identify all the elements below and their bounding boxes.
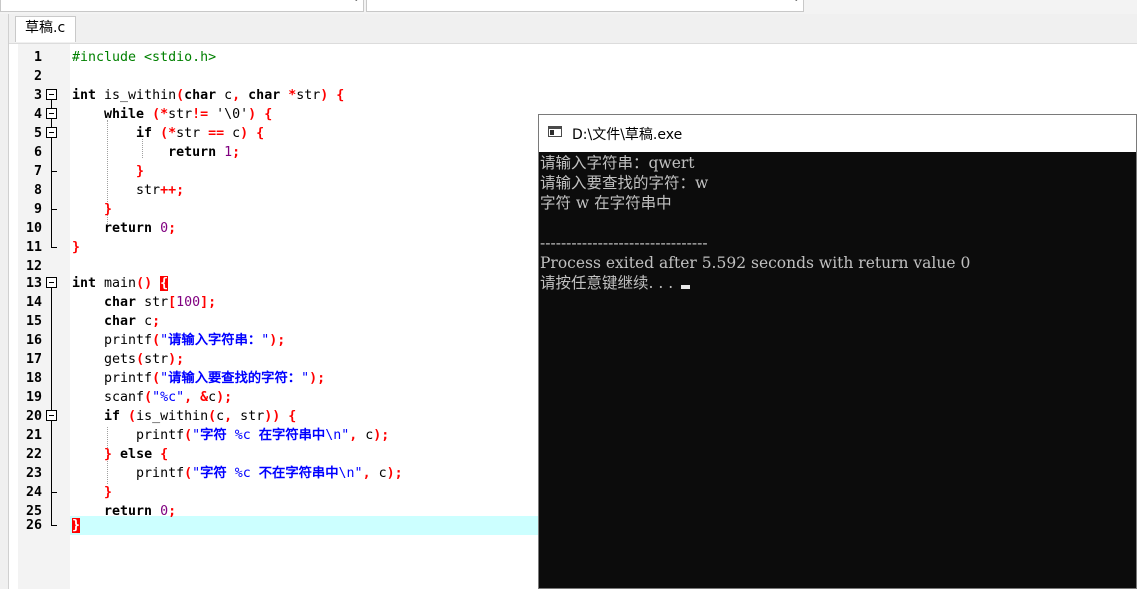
fold-line (46, 200, 60, 219)
fold-line (46, 445, 60, 464)
fold-line (46, 426, 60, 445)
matched-brace: { (160, 276, 169, 291)
editor-tab-bar (0, 14, 1137, 44)
toolbar-combobox-right[interactable]: ⌄ (366, 0, 804, 12)
line-number: 14 (25, 295, 42, 310)
console-line: 请按任意键继续. . . (540, 274, 679, 292)
fold-line (46, 238, 60, 257)
preprocessor-directive: #include <stdio.h> (72, 50, 217, 65)
line-number: 23 (25, 466, 42, 481)
line-number: 6 (33, 145, 42, 160)
toolbar-combobox-left[interactable]: ⌄ (0, 0, 364, 12)
console-window-icon (548, 126, 562, 137)
line-number: 11 (25, 240, 42, 255)
console-line: -------------------------------- (540, 234, 708, 252)
matched-brace: } (72, 518, 81, 533)
fold-line (46, 350, 60, 369)
fold-line (46, 388, 60, 407)
line-number: 9 (33, 202, 42, 217)
line-number: 20 (25, 409, 42, 424)
line-number: 2 (33, 69, 42, 84)
code-line: 1 #include <stdio.h> (18, 48, 1137, 67)
line-number: 7 (33, 164, 42, 179)
line-number: 18 (25, 371, 42, 386)
fold-collapse-icon[interactable] (46, 105, 60, 124)
console-line: 字符 w 在字符串中 (540, 194, 672, 212)
fold-line (46, 293, 60, 312)
fold-line (46, 219, 60, 238)
fold-collapse-icon[interactable] (46, 124, 60, 143)
line-number: 1 (33, 50, 42, 65)
line-number: 26 (25, 518, 42, 533)
line-number: 15 (25, 314, 42, 329)
console-line: 请输入要查找的字符：w (540, 174, 709, 192)
top-toolbar-strip: ⌄ ⌄ (0, 0, 1137, 14)
code-line: 3 int is_within(char c, char *str) { (18, 86, 1137, 105)
line-number: 24 (25, 485, 42, 500)
fold-line (46, 162, 60, 181)
console-title: D:\文件\草稿.exe (572, 127, 683, 143)
code-line: 2 (18, 67, 1137, 86)
console-line: 请输入字符串：qwert (540, 154, 695, 172)
line-number: 8 (33, 183, 42, 198)
line-number: 5 (33, 126, 42, 141)
line-number: 22 (25, 447, 42, 462)
text-cursor-icon (681, 285, 691, 289)
dropdown-arrow-icon: ⌄ (792, 0, 800, 4)
fold-line (46, 331, 60, 350)
fold-line (46, 312, 60, 331)
line-number: 19 (25, 390, 42, 405)
fold-line (46, 516, 60, 535)
line-number: 16 (25, 333, 42, 348)
fold-collapse-icon[interactable] (46, 86, 60, 105)
fold-collapse-icon[interactable] (46, 274, 60, 293)
fold-line (46, 181, 60, 200)
tab-label: 草稿.c (25, 20, 66, 36)
console-window[interactable]: D:\文件\草稿.exe 请输入字符串：qwert 请输入要查找的字符：w 字符… (538, 114, 1137, 589)
console-title-bar[interactable]: D:\文件\草稿.exe (539, 115, 1136, 152)
line-number: 21 (25, 428, 42, 443)
line-number: 10 (25, 221, 42, 236)
fold-line (46, 369, 60, 388)
fold-collapse-icon[interactable] (46, 407, 60, 426)
project-panel-edge (0, 14, 9, 589)
console-prompt-line: 请按任意键继续. . . (540, 273, 691, 293)
line-number: 4 (33, 107, 42, 122)
tab-draft-c[interactable]: 草稿.c (15, 16, 76, 42)
console-line: Process exited after 5.592 seconds with … (540, 254, 971, 272)
dropdown-arrow-icon: ⌄ (352, 0, 360, 4)
fold-line (46, 143, 60, 162)
fold-line (46, 464, 60, 483)
fold-line (46, 483, 60, 502)
line-number: 3 (33, 88, 42, 103)
line-number: 13 (25, 276, 42, 291)
line-number: 17 (25, 352, 42, 367)
